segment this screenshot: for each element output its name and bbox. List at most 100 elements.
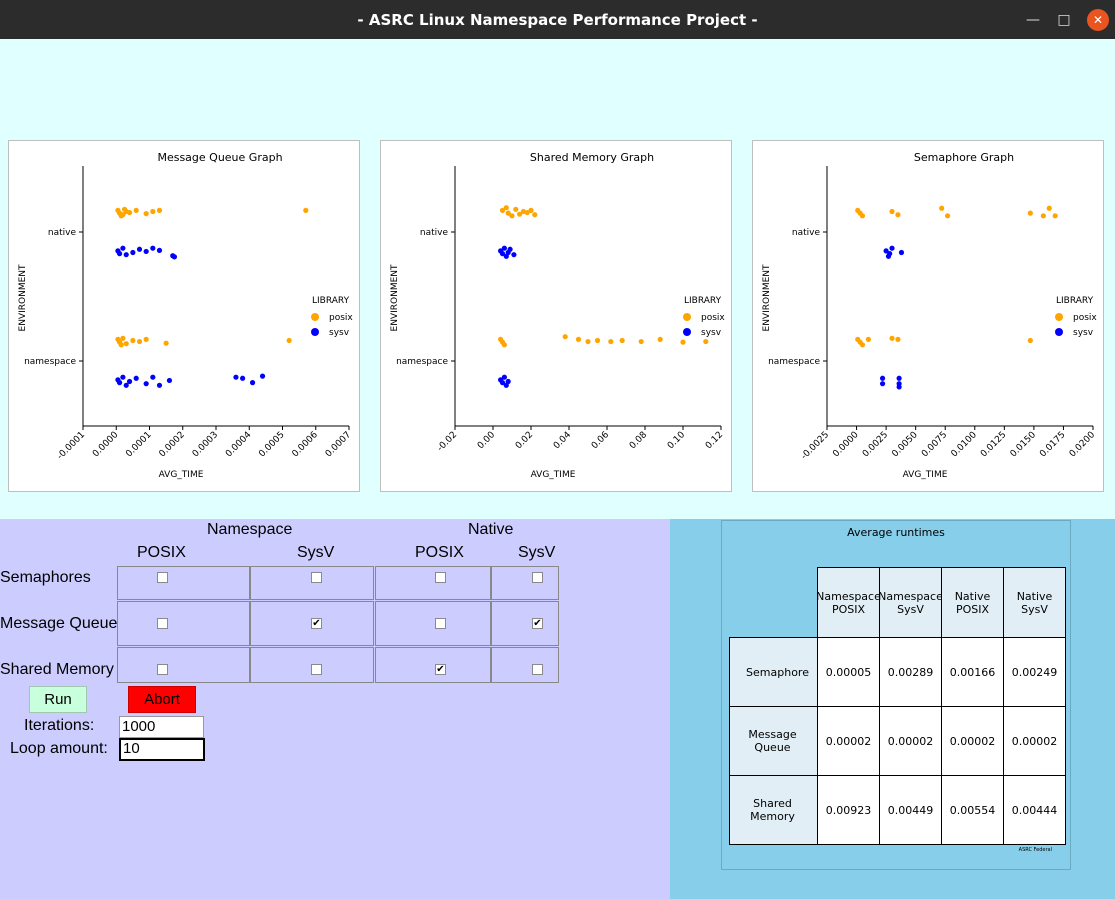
data-point-posix: [130, 337, 136, 344]
results-value-cell: 0.00444: [1003, 775, 1066, 845]
data-point-posix: [118, 342, 124, 348]
data-point-sysv: [240, 375, 246, 381]
y-tick-label: namespace: [396, 357, 448, 367]
legend-label-posix: posix: [1073, 313, 1097, 323]
data-point-sysv: [143, 248, 149, 255]
x-tick-label: 0.0000: [831, 430, 861, 460]
data-point-posix: [608, 338, 614, 345]
checkbox-cell-shared-memory-native-sysv: [491, 647, 559, 683]
legend-label-sysv: sysv: [1073, 328, 1094, 338]
results-row-header: Shared Memory: [729, 775, 818, 845]
results-table-panel: Average runtimes ASRC Federal Namespace …: [721, 520, 1071, 870]
data-point-posix: [895, 212, 901, 218]
x-tick-label: 0.0200: [1068, 430, 1098, 460]
x-tick-label: 0.10: [666, 430, 687, 451]
data-point-sysv: [130, 249, 136, 256]
data-point-sysv: [501, 245, 507, 251]
data-point-sysv: [511, 252, 517, 258]
x-tick-label: 0.0125: [979, 430, 1008, 459]
abort-button[interactable]: Abort: [128, 686, 196, 713]
data-point-posix: [143, 211, 149, 217]
y-tick-label: namespace: [24, 357, 76, 367]
data-point-sysv: [166, 377, 173, 384]
data-point-posix: [1027, 337, 1033, 344]
minimize-icon[interactable]: —: [1022, 9, 1044, 31]
x-tick-label: -0.0025: [799, 430, 831, 462]
data-point-sysv: [123, 252, 129, 258]
x-tick-label: 0.04: [552, 430, 573, 451]
loop-amount-input[interactable]: 10: [119, 738, 205, 761]
data-point-sysv: [126, 378, 133, 385]
data-point-posix: [1046, 205, 1052, 211]
iterations-input[interactable]: 1000: [119, 716, 204, 738]
data-point-sysv: [249, 380, 256, 386]
checkbox-semaphores-native-sysv[interactable]: [532, 572, 543, 583]
data-point-sysv: [156, 382, 163, 388]
checkbox-shared-memory-native-sysv[interactable]: [532, 664, 543, 675]
x-axis-label: AVG_TIME: [159, 470, 204, 480]
col-header-native-sysv: SysV: [518, 544, 556, 561]
data-point-posix: [120, 335, 126, 341]
data-point-sysv: [879, 375, 886, 381]
data-point-posix: [156, 207, 163, 213]
results-row-header: Message Queue: [729, 706, 818, 776]
data-point-posix: [895, 336, 901, 342]
data-point-posix: [575, 336, 582, 342]
checkbox-message-queue-native-sysv[interactable]: ✔: [532, 618, 543, 629]
data-point-posix: [680, 339, 686, 345]
legend-marker-sysv: [311, 328, 319, 336]
y-tick-label: native: [420, 228, 449, 238]
data-point-posix: [1052, 213, 1058, 219]
checkbox-cell-message-queue-namespace-posix: [117, 601, 250, 646]
data-point-posix: [528, 207, 534, 213]
legend-marker-posix: [311, 313, 319, 321]
checkbox-message-queue-native-posix[interactable]: [435, 618, 446, 629]
data-point-posix: [286, 337, 292, 344]
results-col-header: Native POSIX: [941, 567, 1004, 638]
x-tick-label: 0.0100: [950, 430, 980, 460]
checkbox-semaphores-native-posix[interactable]: [435, 572, 446, 583]
x-tick-label: 0.08: [628, 430, 649, 451]
x-tick-label: 0.0000: [91, 430, 121, 460]
x-tick-label: 0.0050: [890, 430, 920, 460]
data-point-posix: [944, 213, 951, 219]
col-header-namespace-sysv: SysV: [297, 544, 335, 561]
data-point-posix: [509, 213, 515, 219]
data-point-posix: [859, 213, 866, 219]
checkbox-shared-memory-namespace-sysv[interactable]: [311, 664, 322, 675]
data-point-posix: [889, 208, 895, 215]
data-point-posix: [150, 208, 156, 215]
results-col-header: Namespace SysV: [878, 567, 943, 638]
run-button[interactable]: Run: [29, 686, 87, 713]
maximize-icon[interactable]: □: [1053, 9, 1075, 31]
data-point-posix: [703, 338, 709, 345]
window-title: - ASRC Linux Namespace Performance Proje…: [357, 11, 758, 29]
checkbox-cell-shared-memory-native-posix: [375, 647, 491, 683]
y-tick-label: namespace: [768, 357, 820, 367]
checkbox-shared-memory-namespace-posix[interactable]: [157, 664, 168, 675]
checkbox-shared-memory-native-posix[interactable]: ✔: [435, 664, 446, 675]
y-tick-label: native: [48, 228, 77, 238]
row-label-shared-memory: Shared Memory: [0, 661, 114, 678]
x-tick-label: 0.0003: [191, 430, 220, 459]
semaphore-graph: Semaphore Graph native namespace -0.0025 0.0…: [752, 140, 1104, 492]
checkbox-semaphores-namespace-sysv[interactable]: [311, 572, 322, 583]
legend-marker-sysv: [1055, 328, 1063, 336]
x-tick-label: 0.0002: [158, 430, 187, 459]
data-point-sysv: [150, 374, 156, 380]
data-point-posix: [889, 335, 895, 341]
checkbox-semaphores-namespace-posix[interactable]: [157, 572, 168, 583]
message-queue-chart-svg: Message Queue Graph native namespace -0.000…: [18, 151, 353, 480]
results-value-cell: 0.00002: [1003, 706, 1066, 776]
data-point-sysv: [143, 381, 149, 387]
data-point-posix: [303, 207, 309, 213]
checkbox-message-queue-namespace-posix[interactable]: [157, 618, 168, 629]
row-label-message-queue: Message Queue: [0, 615, 118, 632]
checkbox-message-queue-namespace-sysv[interactable]: ✔: [311, 618, 322, 629]
x-tick-label: 0.0005: [257, 430, 286, 459]
close-icon[interactable]: ✕: [1087, 9, 1109, 31]
data-point-sysv: [133, 375, 139, 381]
data-point-sysv: [156, 247, 163, 253]
data-point-posix: [123, 341, 129, 347]
results-value-cell: 0.00002: [941, 706, 1004, 776]
